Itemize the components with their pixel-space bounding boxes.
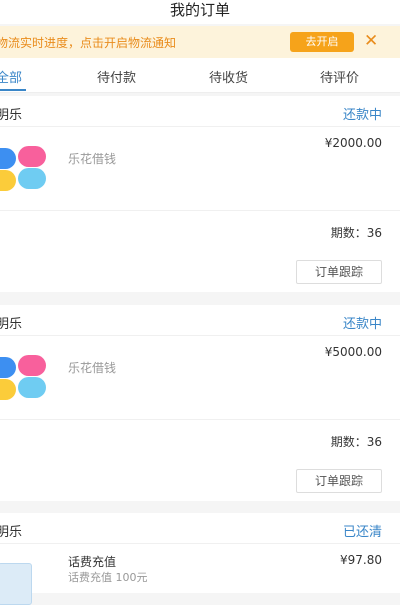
tab-pending-delivery[interactable]: 待收货 bbox=[209, 67, 248, 86]
installment-periods: 期数：36 bbox=[330, 226, 382, 240]
product-name: 乐花借钱 bbox=[68, 152, 117, 166]
order-status: 还款中 bbox=[342, 317, 382, 332]
order-price: ¥5000.00 bbox=[324, 345, 382, 359]
logo-petal bbox=[0, 148, 16, 169]
divider bbox=[0, 126, 400, 127]
tab-all[interactable]: 全部 bbox=[0, 67, 22, 86]
notice-text: 物流实时进度，点击开启物流通知 bbox=[0, 36, 177, 50]
order-status: 还款中 bbox=[342, 108, 382, 123]
logo-petal bbox=[18, 168, 46, 189]
order-status: 已还清 bbox=[342, 525, 382, 540]
installment-periods: 期数：36 bbox=[330, 435, 382, 449]
enable-notice-button[interactable]: 去开启 bbox=[290, 32, 354, 52]
shop-name: 明乐 bbox=[0, 525, 23, 540]
order-tracking-button[interactable]: 订单跟踪 bbox=[296, 260, 382, 284]
divider bbox=[0, 210, 400, 211]
phone-recharge-icon bbox=[0, 563, 32, 605]
page-title: 我的订单 bbox=[169, 1, 230, 19]
product-subtitle: 话费充值 100元 bbox=[68, 571, 148, 584]
logistics-notice-bar: 物流实时进度，点击开启物流通知 去开启 ✕ bbox=[0, 26, 400, 58]
divider bbox=[0, 335, 400, 336]
product-name: 话费充值 bbox=[68, 555, 117, 569]
logo-petal bbox=[0, 379, 16, 400]
order-tracking-button[interactable]: 订单跟踪 bbox=[296, 469, 382, 493]
shop-name: 明乐 bbox=[0, 108, 23, 123]
product-name: 乐花借钱 bbox=[68, 361, 117, 375]
close-icon[interactable]: ✕ bbox=[364, 31, 378, 51]
order-price: ¥2000.00 bbox=[324, 136, 382, 150]
logo-petal bbox=[18, 146, 46, 167]
order-tabs: 全部 待付款 待收货 待评价 bbox=[0, 58, 400, 93]
order-price: ¥97.80 bbox=[340, 553, 382, 567]
tab-pending-review[interactable]: 待评价 bbox=[320, 67, 359, 86]
logo-petal bbox=[0, 170, 16, 191]
header: 我的订单 bbox=[0, 0, 400, 24]
order-card[interactable]: 明乐 还款中 乐花借钱 ¥2000.00 期数：36 订单跟踪 bbox=[0, 96, 400, 292]
logo-petal bbox=[18, 355, 46, 376]
order-card[interactable]: 明乐 已还清 话费充值 话费充值 100元 ¥97.80 bbox=[0, 513, 400, 605]
shop-name: 明乐 bbox=[0, 317, 23, 332]
active-tab-indicator bbox=[0, 89, 26, 91]
tab-pending-payment[interactable]: 待付款 bbox=[97, 67, 136, 86]
order-card[interactable]: 明乐 还款中 乐花借钱 ¥5000.00 期数：36 订单跟踪 bbox=[0, 305, 400, 501]
divider bbox=[0, 543, 400, 544]
logo-petal bbox=[18, 377, 46, 398]
divider bbox=[0, 419, 400, 420]
logo-petal bbox=[0, 357, 16, 378]
